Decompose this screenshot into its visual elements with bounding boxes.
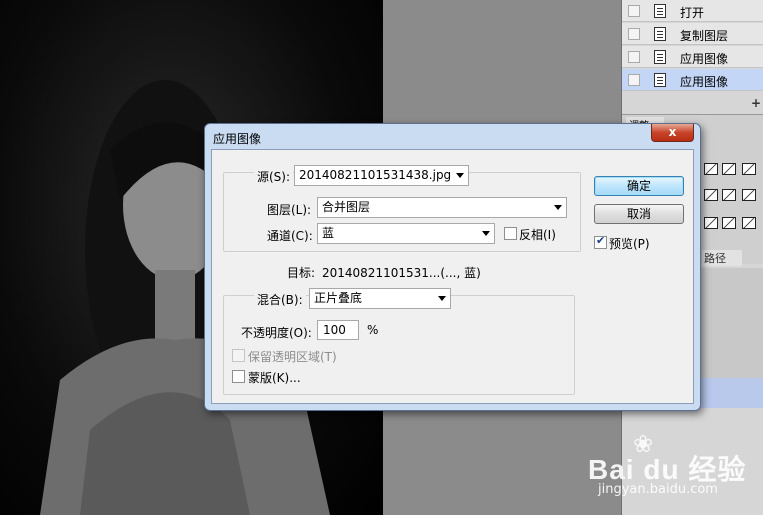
history-checkbox[interactable] — [628, 74, 640, 86]
mask-checkbox[interactable] — [232, 370, 245, 383]
preview-checkbox[interactable] — [594, 234, 607, 249]
opacity-unit: % — [367, 323, 379, 337]
invert-label[interactable]: 反相(I) — [519, 226, 556, 243]
document-icon — [654, 50, 666, 64]
layer-value: 合并图层 — [322, 200, 371, 214]
document-icon — [654, 73, 666, 87]
history-item-label: 应用图像 — [680, 52, 729, 66]
opacity-input[interactable]: 100 — [317, 320, 359, 340]
source-label: 源(S): — [254, 168, 294, 185]
photo-filter-icon[interactable] — [722, 189, 736, 201]
vibrance-icon[interactable] — [704, 189, 718, 201]
tab-paths[interactable]: 路径 — [702, 250, 742, 266]
baidu-watermark: ❀ Bai du 经验 jingyan.baidu.com — [588, 430, 758, 500]
dialog-title: 应用图像 — [213, 132, 262, 146]
layer-select[interactable]: 合并图层 — [317, 197, 567, 218]
blending-select[interactable]: 正片叠底 — [309, 288, 451, 309]
chevron-down-icon — [438, 296, 446, 301]
cancel-button[interactable]: 取消 — [594, 204, 684, 224]
chevron-down-icon — [482, 231, 490, 236]
opacity-label: 不透明度(O): — [241, 326, 312, 340]
chevron-down-icon — [456, 173, 464, 178]
mask-label[interactable]: 蒙版(K)... — [248, 369, 301, 386]
invert-checkbox[interactable] — [504, 227, 517, 240]
selective-color-icon[interactable] — [742, 217, 756, 229]
apply-image-dialog: 应用图像 x 源(S): 20140821101531438.jpg 图层(L)… — [204, 123, 701, 411]
history-item-apply-image-selected[interactable]: 应用图像 — [622, 69, 763, 91]
ok-button[interactable]: 确定 — [594, 176, 684, 196]
chevron-down-icon — [554, 205, 562, 210]
panel-expand-icon[interactable]: + — [751, 96, 761, 110]
channel-value: 蓝 — [322, 226, 335, 240]
history-checkbox[interactable] — [628, 5, 640, 17]
levels-icon[interactable] — [704, 163, 718, 175]
source-value: 20140821101531438.jpg — [299, 168, 452, 182]
target-label: 目标: — [287, 266, 316, 280]
history-item-duplicate-layer[interactable]: 复制图层 — [622, 23, 763, 45]
channel-select[interactable]: 蓝 — [317, 223, 495, 244]
history-checkbox[interactable] — [628, 28, 640, 40]
preserve-transparency-label: 保留透明区域(T) — [248, 350, 337, 364]
target-value: 20140821101531...(..., 蓝) — [322, 266, 481, 280]
document-icon — [654, 27, 666, 41]
dialog-body: 源(S): 20140821101531438.jpg 图层(L): 合并图层 … — [211, 149, 694, 404]
preview-label[interactable]: 预览(P) — [609, 235, 650, 252]
history-item-label: 打开 — [680, 6, 705, 20]
blending-value: 正片叠底 — [314, 291, 363, 305]
preserve-transparency-checkbox[interactable] — [232, 349, 245, 362]
layer-label: 图层(L): — [267, 203, 312, 217]
gradient-map-icon[interactable] — [722, 217, 736, 229]
exposure-icon[interactable] — [742, 163, 756, 175]
history-checkbox[interactable] — [628, 51, 640, 63]
blending-label: 混合(B): — [254, 291, 306, 308]
invert-icon[interactable] — [704, 217, 718, 229]
history-item-label: 复制图层 — [680, 29, 729, 43]
curves-icon[interactable] — [722, 163, 736, 175]
history-item-open[interactable]: 打开 — [622, 0, 763, 22]
channel-mixer-icon[interactable] — [742, 189, 756, 201]
document-icon — [654, 4, 666, 18]
history-item-apply-image[interactable]: 应用图像 — [622, 46, 763, 68]
channel-label: 通道(C): — [267, 229, 313, 243]
watermark-url: jingyan.baidu.com — [598, 482, 718, 497]
close-button[interactable]: x — [651, 124, 694, 142]
history-item-label: 应用图像 — [680, 75, 729, 89]
source-select[interactable]: 20140821101531438.jpg — [294, 165, 469, 186]
